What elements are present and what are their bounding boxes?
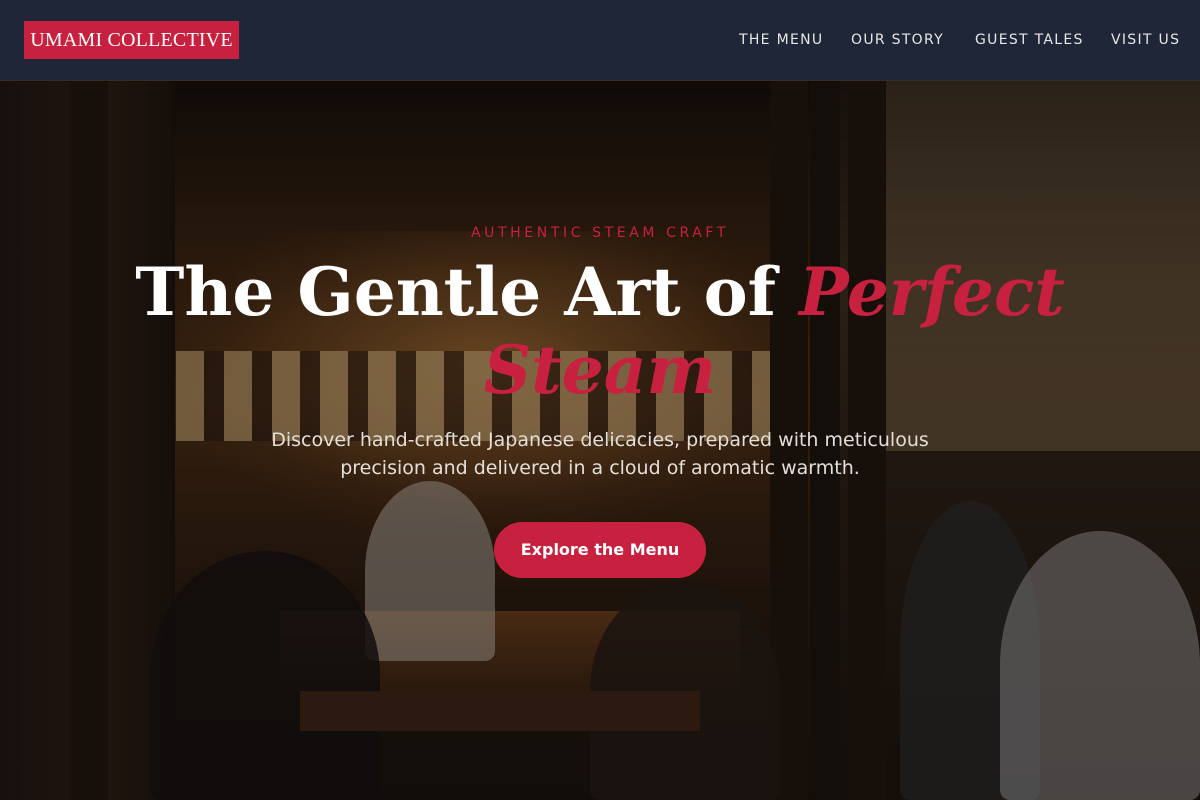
hero-subtitle: Discover hand-crafted Japanese delicacie… (271, 429, 929, 479)
hero-section: AUTHENTIC STEAM CRAFT The Gentle Art of … (0, 81, 1200, 800)
nav-link-our-story[interactable]: OUR STORY (851, 31, 944, 49)
nav-link-guest-tales[interactable]: GUEST TALES (975, 31, 1084, 49)
hero-headline-main: The Gentle Art of (135, 253, 800, 331)
explore-menu-button[interactable]: Explore the Menu (494, 522, 706, 578)
site-header: UMAMI COLLECTIVE THE MENU OUR STORY GUES… (0, 0, 1200, 81)
nav-link-visit-us[interactable]: VISIT US (1111, 31, 1180, 49)
nav-link-the-menu[interactable]: THE MENU (739, 31, 823, 49)
main-nav: THE MENU OUR STORY GUEST TALES VISIT US (0, 0, 1200, 81)
hero-eyebrow: AUTHENTIC STEAM CRAFT (471, 225, 729, 241)
hero-headline: The Gentle Art of Perfect Steam (100, 253, 1100, 409)
page: UMAMI COLLECTIVE THE MENU OUR STORY GUES… (0, 0, 1200, 800)
